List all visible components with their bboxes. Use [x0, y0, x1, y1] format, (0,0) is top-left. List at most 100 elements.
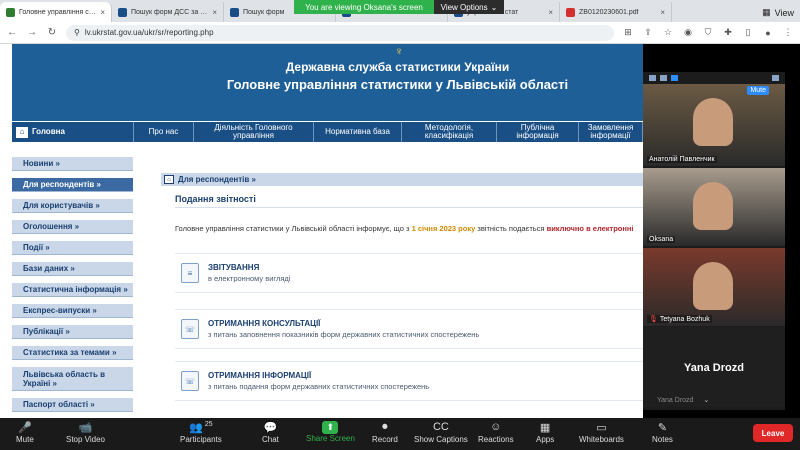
- intro-emphasis: виключно в електронні: [546, 224, 634, 233]
- share-screen-button[interactable]: ⬆ Share Screen: [306, 421, 355, 443]
- active-speaker-name: Yana Drozd: [684, 362, 744, 374]
- close-icon[interactable]: ×: [548, 8, 553, 17]
- leave-button[interactable]: Leave: [753, 424, 793, 442]
- menu-item-label: Замовлення інформації: [587, 123, 634, 140]
- card-title[interactable]: ОТРИМАННЯ ІНФОРМАЦІЇ: [208, 371, 429, 380]
- sidebar-item[interactable]: Новини »: [12, 157, 133, 171]
- browser-tab[interactable]: ZB0120230601.pdf ×: [560, 2, 672, 22]
- card-title[interactable]: ЗВІТУВАННЯ: [208, 263, 290, 272]
- sidebar-item[interactable]: Статистична інформація »: [12, 283, 133, 297]
- profile-icon[interactable]: ●: [762, 28, 774, 38]
- participant-name: Анатолій Павленчик: [647, 156, 717, 163]
- layout-icon[interactable]: [649, 75, 656, 81]
- url-field[interactable]: ⚲ lv.ukrstat.gov.ua/ukr/sr/reporting.php: [66, 24, 614, 41]
- document-phone-icon: ☏: [181, 319, 199, 339]
- service-card[interactable]: ≡ ЗВІТУВАННЯ в електронному вигляді: [175, 253, 643, 293]
- sidebar-icon[interactable]: ▯: [742, 27, 754, 38]
- sidebar-item[interactable]: Оголошення »: [12, 220, 133, 234]
- menu-item-label: Нормативна база: [325, 127, 390, 136]
- menu-item[interactable]: Діяльність Головного управління: [194, 122, 314, 142]
- camera-icon: 📹: [78, 422, 93, 434]
- active-speaker-tile[interactable]: Yana Drozd Yana Drozd ⌄: [643, 327, 785, 407]
- tab-favicon-icon: [230, 7, 239, 17]
- browser-tab[interactable]: Пошук форм ДСС за ЄДР ×: [112, 2, 224, 22]
- toolbar-label: Apps: [536, 435, 555, 444]
- menu-item[interactable]: Публічна інформація: [497, 122, 579, 142]
- reload-icon[interactable]: ↻: [46, 27, 58, 38]
- stop-video-button[interactable]: 📹 Stop Video: [66, 421, 105, 444]
- share-icon[interactable]: ⇪: [642, 27, 654, 38]
- browser-tab[interactable]: Головне управління стат ×: [0, 2, 112, 22]
- chevron-down-icon[interactable]: ⌄: [703, 397, 709, 404]
- show-captions-button[interactable]: CC Show Captions: [414, 421, 468, 444]
- view-options-button[interactable]: View Options ⌄: [434, 0, 504, 14]
- sidebar-item[interactable]: Паспорт області »: [12, 398, 133, 412]
- window-controls: ▦ View: [756, 7, 800, 22]
- mute-button[interactable]: 🎤 Mute: [16, 421, 34, 444]
- close-icon[interactable]: ×: [212, 8, 217, 17]
- sidebar-item[interactable]: Для користувачів »: [12, 199, 133, 213]
- sidebar-item[interactable]: Експрес-випуски »: [12, 304, 133, 318]
- sidebar-nav: Новини » Для респондентів » Для користувач…: [12, 157, 133, 418]
- puzzle-icon[interactable]: ✚: [722, 27, 734, 38]
- tab-favicon-icon: [566, 7, 575, 17]
- video-tile[interactable]: 🎙 Tetyana Bozhuk: [643, 248, 785, 326]
- notes-button[interactable]: ✎ Notes: [652, 421, 673, 444]
- participants-button[interactable]: 👥 25 Participants: [180, 421, 222, 444]
- sidebar-item[interactable]: Події »: [12, 241, 133, 255]
- site-info-icon[interactable]: ⚲: [74, 28, 80, 37]
- participant-name-label: Анатолій Павленчик: [649, 156, 715, 163]
- menu-item[interactable]: ⌂ Головна: [12, 122, 134, 142]
- active-speaker-sub: Yana Drozd ⌄: [657, 396, 709, 404]
- toolbar-label: Record: [372, 435, 398, 444]
- translate-icon[interactable]: ⊞: [622, 27, 634, 38]
- view-icon[interactable]: ▦: [762, 7, 771, 18]
- kebab-menu-icon[interactable]: ⋮: [782, 27, 794, 38]
- record-icon: ⏺: [382, 421, 388, 433]
- forward-icon[interactable]: →: [26, 27, 38, 38]
- service-card[interactable]: ☏ ОТРИМАННЯ КОНСУЛЬТАЦІЇ з питань заповнен…: [175, 309, 643, 349]
- back-icon[interactable]: ←: [6, 27, 18, 38]
- layout-icon[interactable]: [671, 75, 678, 81]
- sidebar-item[interactable]: Бази даних »: [12, 262, 133, 276]
- shield-icon[interactable]: ⛉: [702, 27, 714, 38]
- participants-count: 25: [204, 421, 213, 428]
- video-tile[interactable]: Oksana: [643, 168, 785, 246]
- apps-button[interactable]: ▦ Apps: [536, 421, 554, 444]
- extension-icon[interactable]: ◉: [682, 27, 694, 38]
- toolbar-label: Chat: [262, 435, 279, 444]
- mute-participant-button[interactable]: Mute: [747, 86, 769, 95]
- card-text: ЗВІТУВАННЯ в електронному вигляді: [208, 263, 290, 283]
- meeting-toolbar: 🎤 Mute 📹 Stop Video 👥 25 Participants 💬 Chat ⬆ Sha…: [0, 418, 800, 450]
- screen-share-banner: You are viewing Oksana's screen: [294, 0, 434, 14]
- layout-icon[interactable]: [772, 75, 779, 81]
- record-button[interactable]: ⏺ Record: [372, 421, 398, 444]
- layout-icon[interactable]: [660, 75, 667, 81]
- menu-item[interactable]: Замовлення інформації: [579, 122, 643, 142]
- card-title[interactable]: ОТРИМАННЯ КОНСУЛЬТАЦІЇ: [208, 319, 479, 328]
- reactions-button[interactable]: ☺ Reactions: [478, 421, 514, 444]
- view-label[interactable]: View: [775, 8, 794, 18]
- video-tile[interactable]: Mute Анатолій Павленчик: [643, 84, 785, 166]
- chat-button[interactable]: 💬 Chat: [262, 421, 279, 444]
- menu-item[interactable]: Нормативна база: [314, 122, 402, 142]
- close-icon[interactable]: ×: [100, 8, 105, 17]
- menu-item[interactable]: Методологія, класифікація: [402, 122, 497, 142]
- participants-video-panel: Mute Анатолій Павленчик Oksana 🎙 Tetyana Boz…: [643, 72, 785, 410]
- bookmark-star-icon[interactable]: ☆: [662, 27, 674, 38]
- service-card[interactable]: ☏ ОТРИМАННЯ ІНФОРМАЦІЇ з питань подання фо…: [175, 361, 643, 401]
- close-icon[interactable]: ×: [660, 8, 665, 17]
- menu-item[interactable]: Про нас: [134, 122, 194, 142]
- participant-video: [693, 262, 733, 310]
- home-icon[interactable]: ⌂: [164, 175, 174, 184]
- sidebar-item[interactable]: Для респондентів »: [12, 178, 133, 192]
- breadcrumb-link[interactable]: Для респондентів »: [178, 175, 256, 184]
- sidebar-item[interactable]: Публікації »: [12, 325, 133, 339]
- tab-favicon-icon: [118, 7, 127, 17]
- sidebar-item[interactable]: Львівська область в Україні »: [12, 367, 133, 391]
- whiteboard-icon: ▭: [596, 422, 607, 434]
- trident-emblem-icon: ♆: [394, 44, 404, 58]
- whiteboards-button[interactable]: ▭ Whiteboards: [579, 421, 624, 444]
- toolbar-label: Reactions: [478, 435, 514, 444]
- sidebar-item[interactable]: Статистика за темами »: [12, 346, 133, 360]
